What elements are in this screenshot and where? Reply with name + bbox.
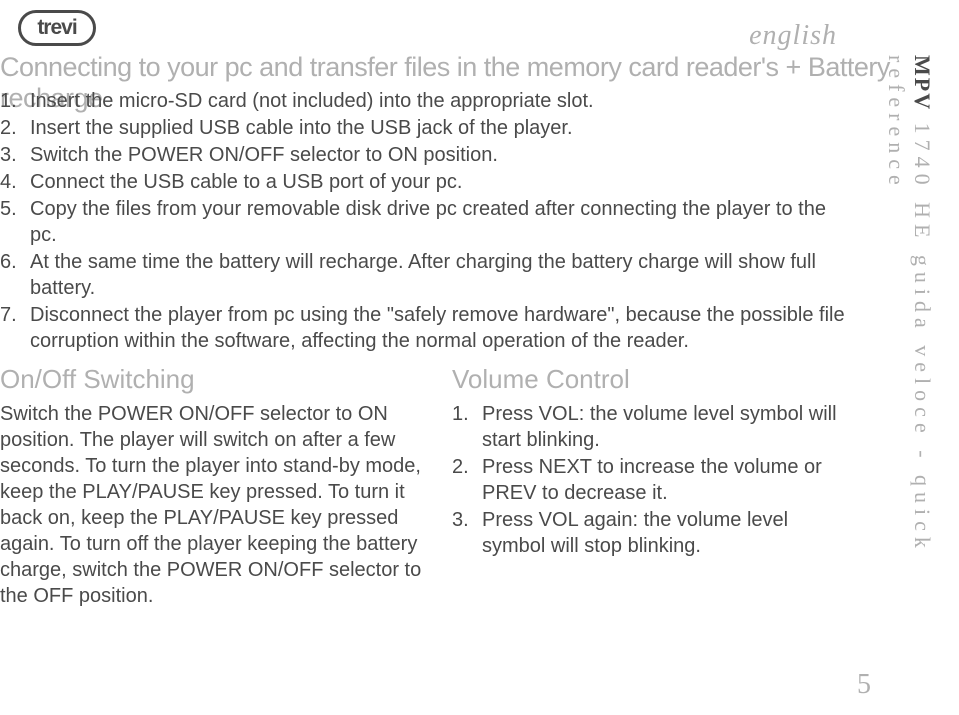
volume-list: 1.Press VOL: the volume level symbol wil… — [452, 401, 852, 559]
volume-title: Volume Control — [452, 364, 852, 395]
step-number: 6. — [0, 249, 30, 301]
step-text: Press NEXT to increase the volume or PRE… — [482, 454, 852, 506]
step-number: 1. — [452, 401, 482, 453]
main-content: 1.Insert the micro-SD card (not included… — [0, 88, 852, 609]
list-item: 6.At the same time the battery will rech… — [0, 249, 852, 301]
list-item: 4.Connect the USB cable to a USB port of… — [0, 169, 852, 195]
step-number: 5. — [0, 196, 30, 248]
volume-section: Volume Control 1.Press VOL: the volume l… — [452, 364, 852, 609]
list-item: 7.Disconnect the player from pc using th… — [0, 302, 852, 354]
step-number: 1. — [0, 88, 30, 114]
two-column-section: On/Off Switching Switch the POWER ON/OFF… — [0, 364, 852, 609]
side-rest: 1740 HE guida veloce - quick reference — [884, 55, 935, 554]
side-label: MPV 1740 HE guida veloce - quick referen… — [869, 55, 949, 695]
step-text: At the same time the battery will rechar… — [30, 249, 852, 301]
list-item: 3.Switch the POWER ON/OFF selector to ON… — [0, 142, 852, 168]
list-item: 2.Press NEXT to increase the volume or P… — [452, 454, 852, 506]
brand-logo-text: trevi — [37, 16, 76, 40]
page-number: 5 — [857, 669, 871, 701]
step-number: 3. — [452, 507, 482, 559]
step-text: Connect the USB cable to a USB port of y… — [30, 169, 852, 195]
brand-logo: trevi — [18, 10, 96, 46]
step-text: Disconnect the player from pc using the … — [30, 302, 852, 354]
list-item: 5.Copy the files from your removable dis… — [0, 196, 852, 248]
onoff-section: On/Off Switching Switch the POWER ON/OFF… — [0, 364, 430, 609]
list-item: 3.Press VOL again: the volume level symb… — [452, 507, 852, 559]
list-item: 2.Insert the supplied USB cable into the… — [0, 115, 852, 141]
step-text: Press VOL: the volume level symbol will … — [482, 401, 852, 453]
step-number: 2. — [0, 115, 30, 141]
step-number: 4. — [0, 169, 30, 195]
step-number: 7. — [0, 302, 30, 354]
step-number: 2. — [452, 454, 482, 506]
onoff-title: On/Off Switching — [0, 364, 430, 395]
step-text: Copy the files from your removable disk … — [30, 196, 852, 248]
step-number: 3. — [0, 142, 30, 168]
step-text: Press VOL again: the volume level symbol… — [482, 507, 852, 559]
step-text: Insert the supplied USB cable into the U… — [30, 115, 852, 141]
step-text: Switch the POWER ON/OFF selector to ON p… — [30, 142, 852, 168]
step-text: Insert the micro-SD card (not included) … — [30, 88, 852, 114]
list-item: 1.Press VOL: the volume level symbol wil… — [452, 401, 852, 453]
language-label: english — [749, 20, 837, 52]
side-text: MPV 1740 HE guida veloce - quick referen… — [883, 55, 935, 695]
list-item: 1.Insert the micro-SD card (not included… — [0, 88, 852, 114]
onoff-body: Switch the POWER ON/OFF selector to ON p… — [0, 401, 430, 609]
steps-list: 1.Insert the micro-SD card (not included… — [0, 88, 852, 354]
side-mpv: MPV — [910, 55, 935, 111]
